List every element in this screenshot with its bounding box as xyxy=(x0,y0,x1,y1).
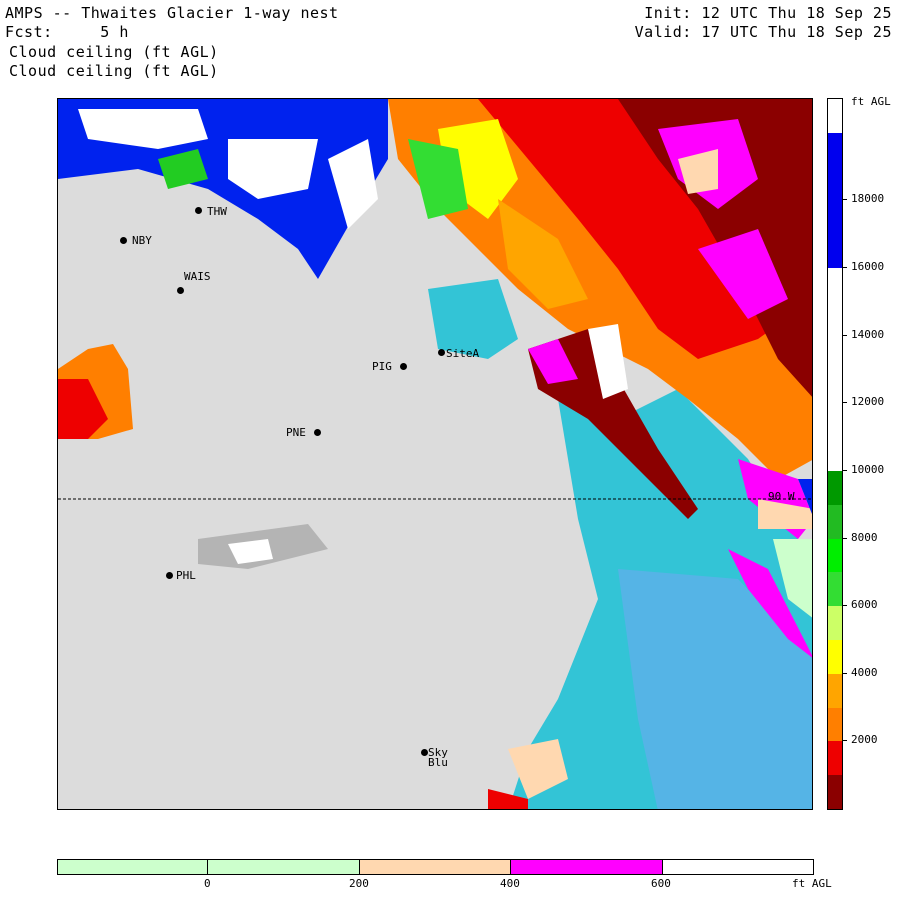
colorbar-unit-label: ft AGL xyxy=(851,95,891,108)
colorbar-tick-label: 10000 xyxy=(851,462,885,476)
colorbar-band xyxy=(828,572,842,607)
colorbar-tick xyxy=(843,267,847,269)
colorbar-tick xyxy=(843,740,847,742)
station-marker-thw xyxy=(195,207,202,214)
colorbar-tick-label: 8000 xyxy=(851,530,878,544)
colorbar-band xyxy=(828,707,842,742)
station-marker-phl xyxy=(166,572,173,579)
map-panel: THW NBY WAIS SiteA PIG PNE PHL Sky Blu 9… xyxy=(57,98,813,810)
hbar-band xyxy=(58,860,208,874)
colorbar-band xyxy=(828,639,842,674)
hbar-band xyxy=(511,860,663,874)
field-name: Cloud ceiling (ft AGL) xyxy=(9,43,219,61)
colorbar-band xyxy=(828,673,842,708)
meridian-label-edge: 90 W xyxy=(768,490,795,503)
colorbar-tick xyxy=(843,402,847,404)
colorbar-band xyxy=(828,132,842,269)
colorbar-tick xyxy=(843,672,847,674)
init-time: Init: 12 UTC Thu 18 Sep 25 xyxy=(644,4,892,22)
colorbar-tick-label: 12000 xyxy=(851,395,885,409)
colorbar-tick xyxy=(843,199,847,201)
colorbar-tick xyxy=(843,334,847,336)
colorbar-band xyxy=(828,741,842,776)
station-label-pne: PNE xyxy=(286,426,306,439)
colorbar-band xyxy=(828,99,842,133)
station-label-thw: THW xyxy=(207,205,227,218)
colorbar-tick xyxy=(843,469,847,471)
station-marker-sitea xyxy=(438,349,445,356)
colorbar-tick-label: 4000 xyxy=(851,665,878,679)
station-marker-nby xyxy=(120,237,127,244)
colorbar-band xyxy=(828,606,842,640)
colorbar-vertical xyxy=(827,98,843,810)
colorbar-band xyxy=(828,538,842,573)
station-marker-sky xyxy=(421,749,428,756)
map-title: AMPS -- Thwaites Glacier 1-way nest xyxy=(5,4,339,22)
colorbar-band xyxy=(828,775,842,809)
colorbar-tick xyxy=(843,605,847,607)
station-label-blu: Blu xyxy=(428,756,448,769)
forecast-hour: Fcst: 5 h xyxy=(5,23,129,41)
map-canvas xyxy=(58,99,812,809)
colorbar-band xyxy=(828,268,842,471)
hbar-band xyxy=(208,860,360,874)
station-label-wais: WAIS xyxy=(184,270,211,283)
colorbar-band xyxy=(828,504,842,539)
hbar-band xyxy=(663,860,813,874)
hbar-label-200: 200 xyxy=(349,877,369,890)
hbar-label-0: 0 xyxy=(204,877,211,890)
station-label-sitea: SiteA xyxy=(446,347,480,360)
hbar-label-600: 600 xyxy=(651,877,671,890)
station-marker-pig xyxy=(400,363,407,370)
colorbar-horizontal xyxy=(57,859,814,875)
colorbar-band xyxy=(828,470,842,505)
hbar-unit-label: ft AGL xyxy=(792,877,832,890)
hbar-band xyxy=(360,860,511,874)
colorbar-tick-label: 6000 xyxy=(851,598,878,612)
colorbar-tick-label: 18000 xyxy=(851,192,885,206)
colorbar-tick-label: 16000 xyxy=(851,260,885,274)
colorbar-tick-label: 14000 xyxy=(851,327,885,341)
valid-time: Valid: 17 UTC Thu 18 Sep 25 xyxy=(634,23,892,41)
station-marker-pne xyxy=(314,429,321,436)
colorbar-tick xyxy=(843,537,847,539)
station-label-phl: PHL xyxy=(176,569,196,582)
station-marker-wais xyxy=(177,287,184,294)
hbar-label-400: 400 xyxy=(500,877,520,890)
field-name-repeat: Cloud ceiling (ft AGL) xyxy=(9,62,219,80)
station-label-nby: NBY xyxy=(132,234,152,247)
station-label-pig: PIG xyxy=(372,360,392,373)
colorbar-tick-label: 2000 xyxy=(851,733,878,747)
